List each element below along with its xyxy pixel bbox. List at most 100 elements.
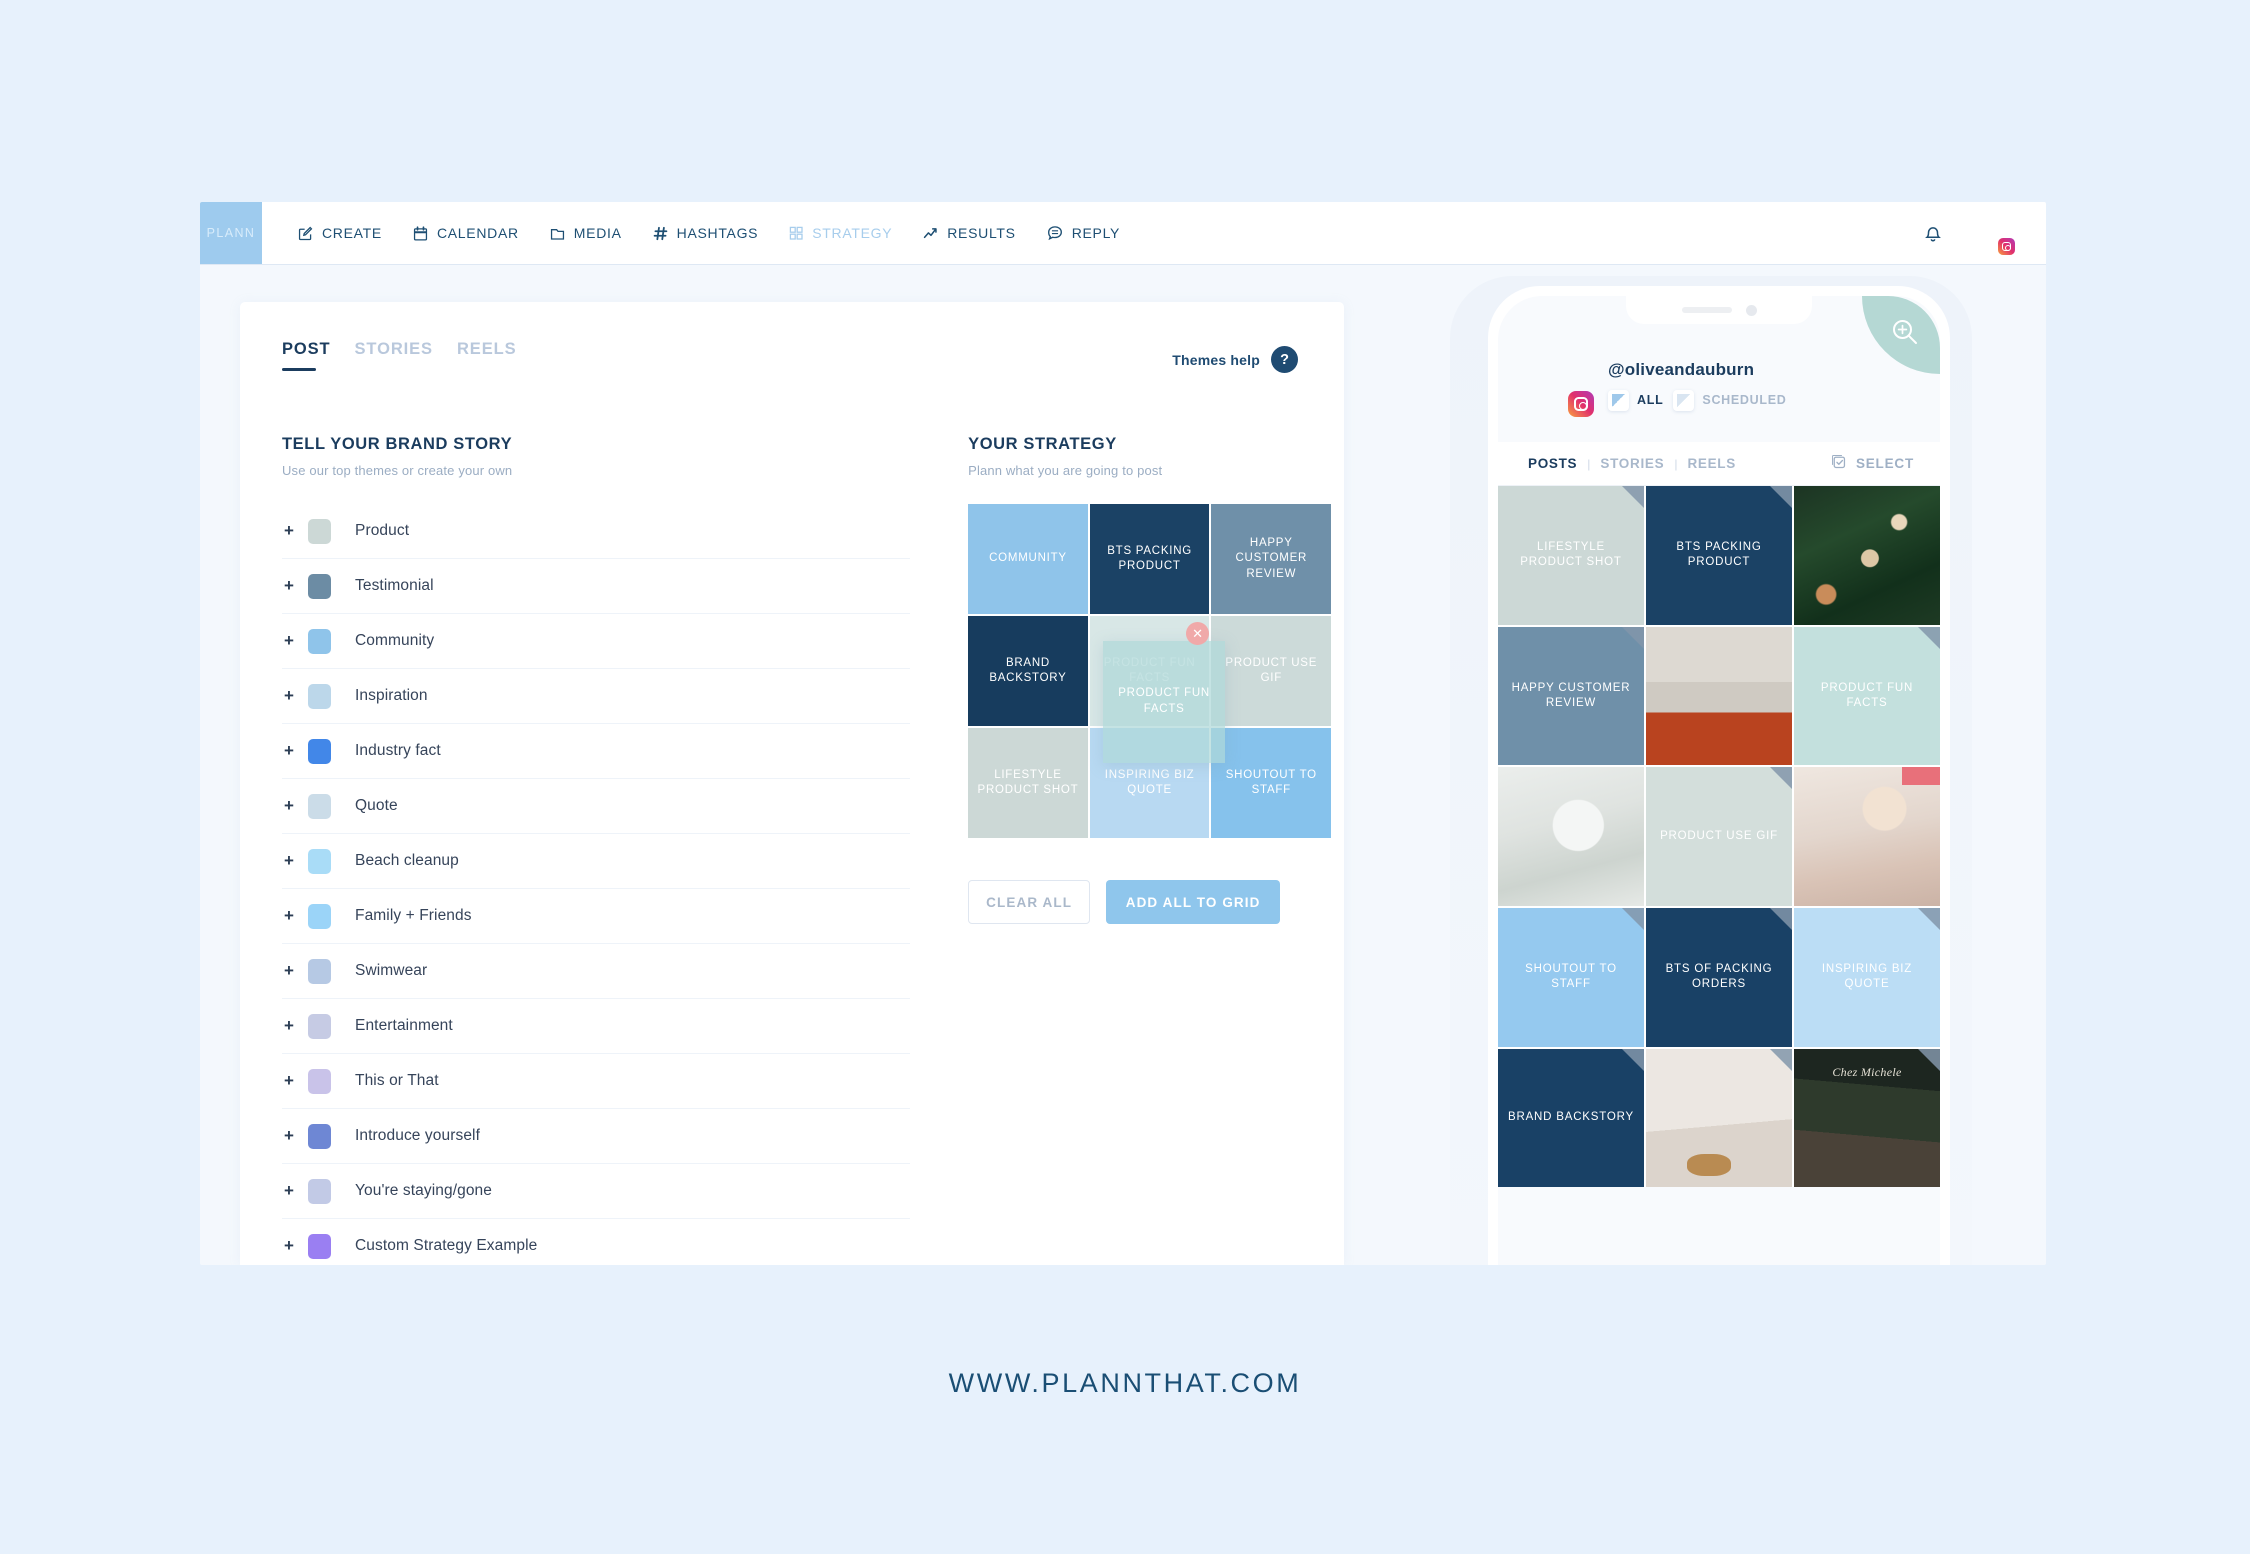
grid-tile-photo[interactable] [1498, 767, 1644, 906]
strategy-cell[interactable]: BRAND BACKSTORY [968, 616, 1088, 727]
filter-chip-icon [1673, 389, 1695, 411]
topbar-actions [1922, 213, 2046, 255]
theme-row-quote[interactable]: + Quote [282, 779, 911, 834]
tile-corner-flag [1770, 1048, 1792, 1071]
nav-item-media[interactable]: MEDIA [549, 225, 622, 242]
plus-icon[interactable]: + [282, 686, 308, 706]
strategy-cell[interactable]: INSPIRING BIZ QUOTE [1089, 728, 1210, 839]
theme-label: Beach cleanup [355, 852, 459, 869]
grid-tile[interactable]: HAPPY CUSTOMER REVIEW [1498, 626, 1644, 766]
tab-post[interactable]: POST [282, 340, 331, 373]
plus-icon[interactable]: + [282, 741, 308, 761]
app-logo[interactable]: PLANN [200, 202, 262, 264]
strategy-cell[interactable]: BTS PACKING PRODUCT [1089, 504, 1210, 615]
avatar[interactable] [1972, 213, 2015, 255]
theme-row-inspiration[interactable]: + Inspiration [282, 669, 911, 724]
plus-icon[interactable]: + [282, 906, 308, 926]
profile-meta: @oliveandauburn ALL SCHEDULED [1608, 360, 1787, 411]
theme-row-custom-strategy-example[interactable]: + Custom Strategy Example [282, 1219, 910, 1265]
grid-tile-photo[interactable] [1646, 627, 1792, 766]
theme-color-swatch [308, 573, 331, 599]
phone-preview: @oliveandauburn ALL SCHEDULED POSTS | ST… [1390, 264, 2046, 1265]
filter-scheduled-label: SCHEDULED [1702, 393, 1787, 407]
theme-label: Testimonial [355, 577, 434, 594]
strategy-cell[interactable]: COMMUNITY [968, 504, 1088, 615]
filter-all[interactable]: ALL [1608, 389, 1663, 411]
theme-row-entertainment[interactable]: + Entertainment [282, 999, 911, 1054]
theme-label: You're staying/gone [355, 1182, 493, 1199]
nav-item-results[interactable]: RESULTS [922, 225, 1015, 242]
profile-avatar[interactable] [1528, 354, 1594, 417]
plus-icon[interactable]: + [282, 1016, 308, 1036]
filter-scheduled[interactable]: SCHEDULED [1673, 389, 1787, 411]
plus-icon[interactable]: + [282, 1126, 308, 1146]
grid-tile[interactable]: BTS PACKING PRODUCT [1646, 486, 1792, 625]
grid-icon [788, 225, 804, 241]
themes-help-button[interactable]: Themes help ? [1172, 346, 1298, 373]
plus-icon[interactable]: + [282, 631, 308, 651]
nav-item-create[interactable]: CREATE [297, 225, 382, 242]
grid-tile[interactable]: PRODUCT FUN FACTS [1794, 626, 1940, 766]
camera-icon [1745, 304, 1757, 316]
tile-corner-flag [1622, 486, 1644, 508]
strategy-cell[interactable]: LIFESTYLE PRODUCT SHOT [968, 728, 1088, 839]
plus-icon[interactable]: + [282, 1071, 308, 1091]
theme-row-this-or-that[interactable]: + This or That [282, 1054, 911, 1109]
theme-row-beach-cleanup[interactable]: + Beach cleanup [282, 834, 911, 889]
add-all-to-grid-button[interactable]: ADD ALL TO GRID [1106, 880, 1281, 925]
grid-tile[interactable]: SHOUTOUT TO STAFF [1498, 908, 1644, 1047]
phone-tab-posts[interactable]: POSTS [1528, 456, 1577, 471]
plus-icon[interactable]: + [282, 1181, 308, 1201]
app-body: POST STORIES REELS Themes help ? TELL YO… [200, 264, 2046, 1265]
strategy-cell[interactable]: HAPPY CUSTOMER REVIEW [1211, 504, 1332, 615]
theme-row-youre-staying-gone[interactable]: + You're staying/gone [282, 1164, 911, 1219]
grid-tile-photo[interactable] [1794, 767, 1940, 906]
grid-tile-photo[interactable] [1794, 486, 1940, 625]
theme-color-swatch [308, 793, 331, 819]
nav-label-calendar: CALENDAR [436, 225, 519, 241]
phone-tab-stories[interactable]: STORIES [1600, 456, 1664, 471]
theme-row-product[interactable]: + Product [282, 504, 911, 559]
clear-all-button[interactable]: CLEAR ALL [968, 880, 1091, 925]
theme-row-family-friends[interactable]: + Family + Friends [282, 889, 911, 944]
nav-item-strategy[interactable]: STRATEGY [788, 225, 892, 241]
theme-row-swimwear[interactable]: + Swimwear [282, 944, 911, 999]
theme-color-swatch [308, 1123, 331, 1149]
nav-item-reply[interactable]: REPLY [1046, 224, 1120, 242]
page-root: PLANN CREATE CALENDAR MEDIA HASHTAGS STR… [0, 0, 2250, 1554]
theme-color-swatch [308, 518, 331, 544]
tab-reels[interactable]: REELS [457, 340, 517, 373]
theme-row-introduce-yourself[interactable]: + Introduce yourself [282, 1109, 911, 1164]
grid-tile-photo[interactable] [1794, 1048, 1940, 1188]
nav-label-media: MEDIA [573, 225, 622, 241]
bell-icon[interactable] [1922, 221, 1944, 245]
grid-tile[interactable]: INSPIRING BIZ QUOTE [1794, 908, 1940, 1047]
grid-tile[interactable]: LIFESTYLE PRODUCT SHOT [1498, 486, 1644, 625]
strategy-cell[interactable]: PRODUCT USE GIF [1211, 616, 1332, 727]
plus-icon[interactable]: + [282, 851, 308, 871]
grid-tile[interactable]: PRODUCT USE GIF [1646, 767, 1792, 907]
plus-icon[interactable]: + [282, 796, 308, 816]
strategy-cell[interactable]: SHOUTOUT TO STAFF [1211, 728, 1332, 839]
theme-row-testimonial[interactable]: + Testimonial [282, 559, 911, 614]
plus-icon[interactable]: + [282, 961, 308, 981]
theme-label: Community [355, 632, 435, 649]
tab-separator: | [1674, 456, 1678, 471]
plus-icon[interactable]: + [282, 576, 308, 596]
plus-icon[interactable]: + [282, 1236, 308, 1256]
tab-stories[interactable]: STORIES [355, 340, 433, 373]
theme-row-industry-fact[interactable]: + Industry fact [282, 724, 911, 779]
nav-item-calendar[interactable]: CALENDAR [412, 225, 519, 242]
plus-icon[interactable]: + [282, 521, 308, 541]
nav-item-hashtags[interactable]: HASHTAGS [652, 225, 759, 242]
theme-label: Industry fact [355, 742, 441, 759]
select-button[interactable]: SELECT [1830, 453, 1914, 475]
close-icon[interactable]: ✕ [1186, 622, 1210, 645]
theme-label: Custom Strategy Example [355, 1237, 538, 1254]
grid-tile-photo[interactable] [1646, 1048, 1792, 1188]
tile-corner-flag [1622, 908, 1644, 931]
theme-row-community[interactable]: + Community [282, 614, 911, 669]
phone-tab-reels[interactable]: REELS [1687, 456, 1736, 471]
grid-tile[interactable]: BTS OF PACKING ORDERS [1646, 908, 1792, 1047]
grid-tile[interactable]: BRAND BACKSTORY [1498, 1048, 1644, 1188]
